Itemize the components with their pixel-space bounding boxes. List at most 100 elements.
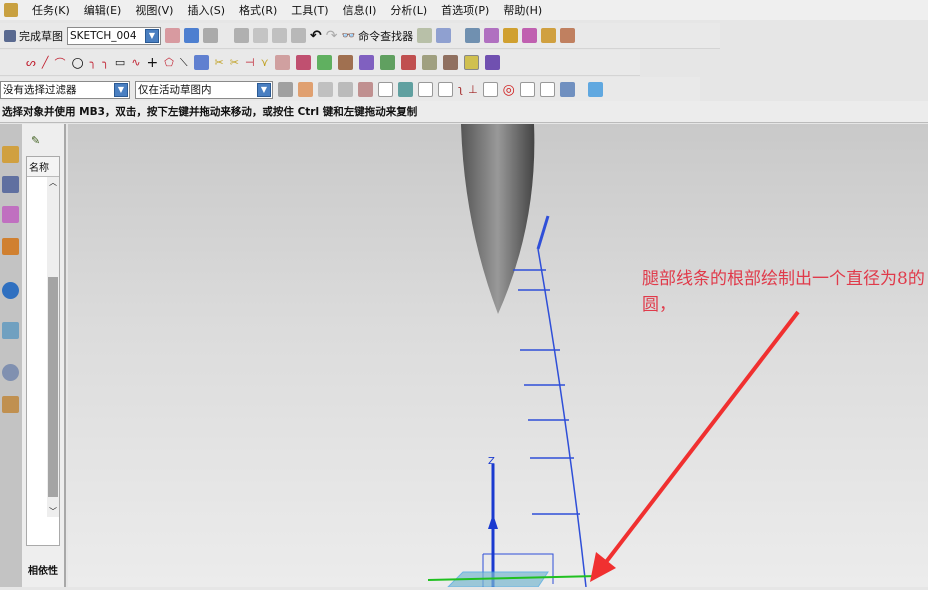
finish-sketch-button[interactable]: 完成草图 (4, 28, 63, 44)
blade-model (461, 124, 535, 314)
constraint-icon[interactable] (274, 55, 290, 70)
scroll-down-icon[interactable]: ﹀ (47, 506, 59, 517)
undo-icon[interactable]: ↶ (310, 28, 322, 44)
reattach-icon[interactable] (184, 28, 199, 43)
assembly-navigator-icon[interactable] (2, 146, 19, 163)
play-icon[interactable] (522, 28, 538, 43)
layer-icon[interactable] (417, 28, 433, 43)
copy-icon[interactable] (272, 28, 287, 43)
select-icon[interactable] (436, 28, 452, 43)
cut-icon[interactable] (253, 28, 268, 43)
reuse-library-icon[interactable] (2, 238, 19, 255)
graphics-window[interactable]: Z (68, 124, 928, 588)
history-icon[interactable] (2, 322, 19, 339)
spline-icon[interactable]: ∿ (131, 56, 140, 69)
polygon-icon[interactable]: ⬠ (164, 56, 174, 69)
annotation-text: 腿部线条的根部绘制出一个直径为8的圆， (642, 269, 925, 315)
constraint-navigator-icon[interactable] (2, 176, 19, 193)
snap-endpoint-icon[interactable] (378, 82, 393, 97)
menu-format[interactable]: 格式(R) (239, 2, 277, 18)
sketch-name-select[interactable]: SKETCH_004 ▼ (67, 26, 161, 45)
extend-icon[interactable]: ✂ (230, 56, 239, 69)
animate-icon[interactable] (484, 55, 500, 70)
snap-intersection-icon[interactable]: ⊥ (468, 83, 478, 96)
link-icon[interactable] (484, 28, 500, 43)
continuous-auto-dimension-icon[interactable] (463, 55, 479, 70)
mirror-icon[interactable]: ⋎ (261, 56, 269, 69)
auto-constrain-icon[interactable] (337, 55, 353, 70)
menu-insert[interactable]: 插入(S) (187, 2, 225, 18)
snap-curve-icon[interactable]: ʅ (458, 83, 463, 96)
arc-icon[interactable]: ⌒ (54, 55, 65, 71)
scroll-up-icon[interactable]: ︿ (47, 177, 59, 188)
corner-icon[interactable]: ⊣ (245, 56, 255, 69)
redo-icon[interactable]: ↷ (326, 28, 338, 44)
rectangle-icon[interactable]: ▭ (115, 56, 125, 69)
menu-analysis[interactable]: 分析(L) (390, 2, 427, 18)
fillet-icon[interactable]: ╮ (90, 56, 97, 69)
vertical-scrollbar[interactable]: ︿ ﹀ (47, 177, 59, 517)
snap-midpoint-icon[interactable] (398, 82, 413, 97)
menu-help[interactable]: 帮助(H) (503, 2, 542, 18)
convert-reference-icon[interactable] (379, 55, 395, 70)
deselect-icon[interactable] (318, 82, 333, 97)
menu-edit[interactable]: 编辑(E) (84, 2, 122, 18)
snap-existing-point-icon[interactable] (519, 82, 535, 97)
chevron-down-icon: ▼ (114, 82, 128, 97)
filter-icon[interactable] (278, 82, 293, 97)
derived-curve-icon[interactable] (193, 55, 209, 70)
camera-icon[interactable] (503, 28, 519, 43)
update-model-icon[interactable] (203, 28, 218, 43)
trim-icon[interactable]: ✂ (215, 56, 224, 69)
line-icon[interactable]: ╱ (42, 56, 49, 69)
clipboard-icon[interactable] (465, 28, 481, 43)
point-icon[interactable]: + (147, 55, 159, 71)
rect-select-icon[interactable] (358, 82, 373, 97)
profile-icon[interactable]: ᔕ (26, 56, 36, 69)
menu-view[interactable]: 视图(V) (135, 2, 173, 18)
dependencies-header[interactable]: 相依性 (28, 562, 58, 577)
dimension-icon[interactable] (295, 55, 311, 70)
column-header-name[interactable]: 名称 (27, 157, 59, 177)
z-axis-label: Z (488, 456, 495, 467)
snap-on-curve-icon[interactable] (539, 82, 555, 97)
scope-select[interactable]: 仅在活动草图内 ▼ (135, 80, 273, 99)
snap-face-icon[interactable] (559, 82, 575, 97)
snap-line-icon[interactable] (418, 82, 433, 97)
selection-filter-select[interactable]: 没有选择过滤器 ▼ (0, 80, 130, 99)
snap-quadrant-icon[interactable]: ◎ (503, 82, 515, 98)
geometric-constraint-icon[interactable] (316, 55, 332, 70)
alternate-solution-icon[interactable] (400, 55, 416, 70)
sketch-orient-icon[interactable] (165, 28, 180, 43)
paste-icon[interactable] (291, 28, 306, 43)
sketch-canvas: Z (427, 124, 800, 588)
chamfer-icon[interactable]: ╮ (102, 56, 109, 69)
clock-icon[interactable] (2, 364, 19, 381)
show-constraints-icon[interactable] (358, 55, 374, 70)
snap-center-icon[interactable] (482, 82, 498, 97)
relax-icon[interactable] (442, 55, 458, 70)
save-icon[interactable] (234, 28, 249, 43)
select-all-icon[interactable] (338, 82, 353, 97)
scrollbar-thumb[interactable] (48, 277, 58, 497)
binoculars-icon: 👓 (341, 29, 356, 42)
menu-preferences[interactable]: 首选项(P) (441, 2, 489, 18)
ruler-icon[interactable] (541, 28, 557, 43)
menu-info[interactable]: 信息(I) (343, 2, 377, 18)
command-finder-button[interactable]: 👓 命令查找器 (341, 28, 413, 44)
pin-icon[interactable]: ✎ (31, 134, 40, 147)
menu-task[interactable]: 任务(K) (32, 2, 70, 18)
command-finder-label: 命令查找器 (358, 29, 414, 43)
web-browser-icon[interactable] (2, 282, 19, 299)
menu-tools[interactable]: 工具(T) (291, 2, 328, 18)
part-navigator-icon[interactable] (2, 206, 19, 223)
solid-icon[interactable] (587, 82, 603, 97)
finish-sketch-label: 完成草图 (19, 29, 63, 43)
roles-icon[interactable] (2, 396, 19, 413)
snap-icon[interactable] (298, 82, 313, 97)
measure-icon[interactable] (560, 28, 576, 43)
circle-icon[interactable]: ○ (71, 55, 83, 71)
inferred-constraints-icon[interactable] (421, 55, 437, 70)
snap-control-point-icon[interactable] (438, 82, 453, 97)
offset-icon[interactable]: ⟍ (180, 56, 188, 70)
